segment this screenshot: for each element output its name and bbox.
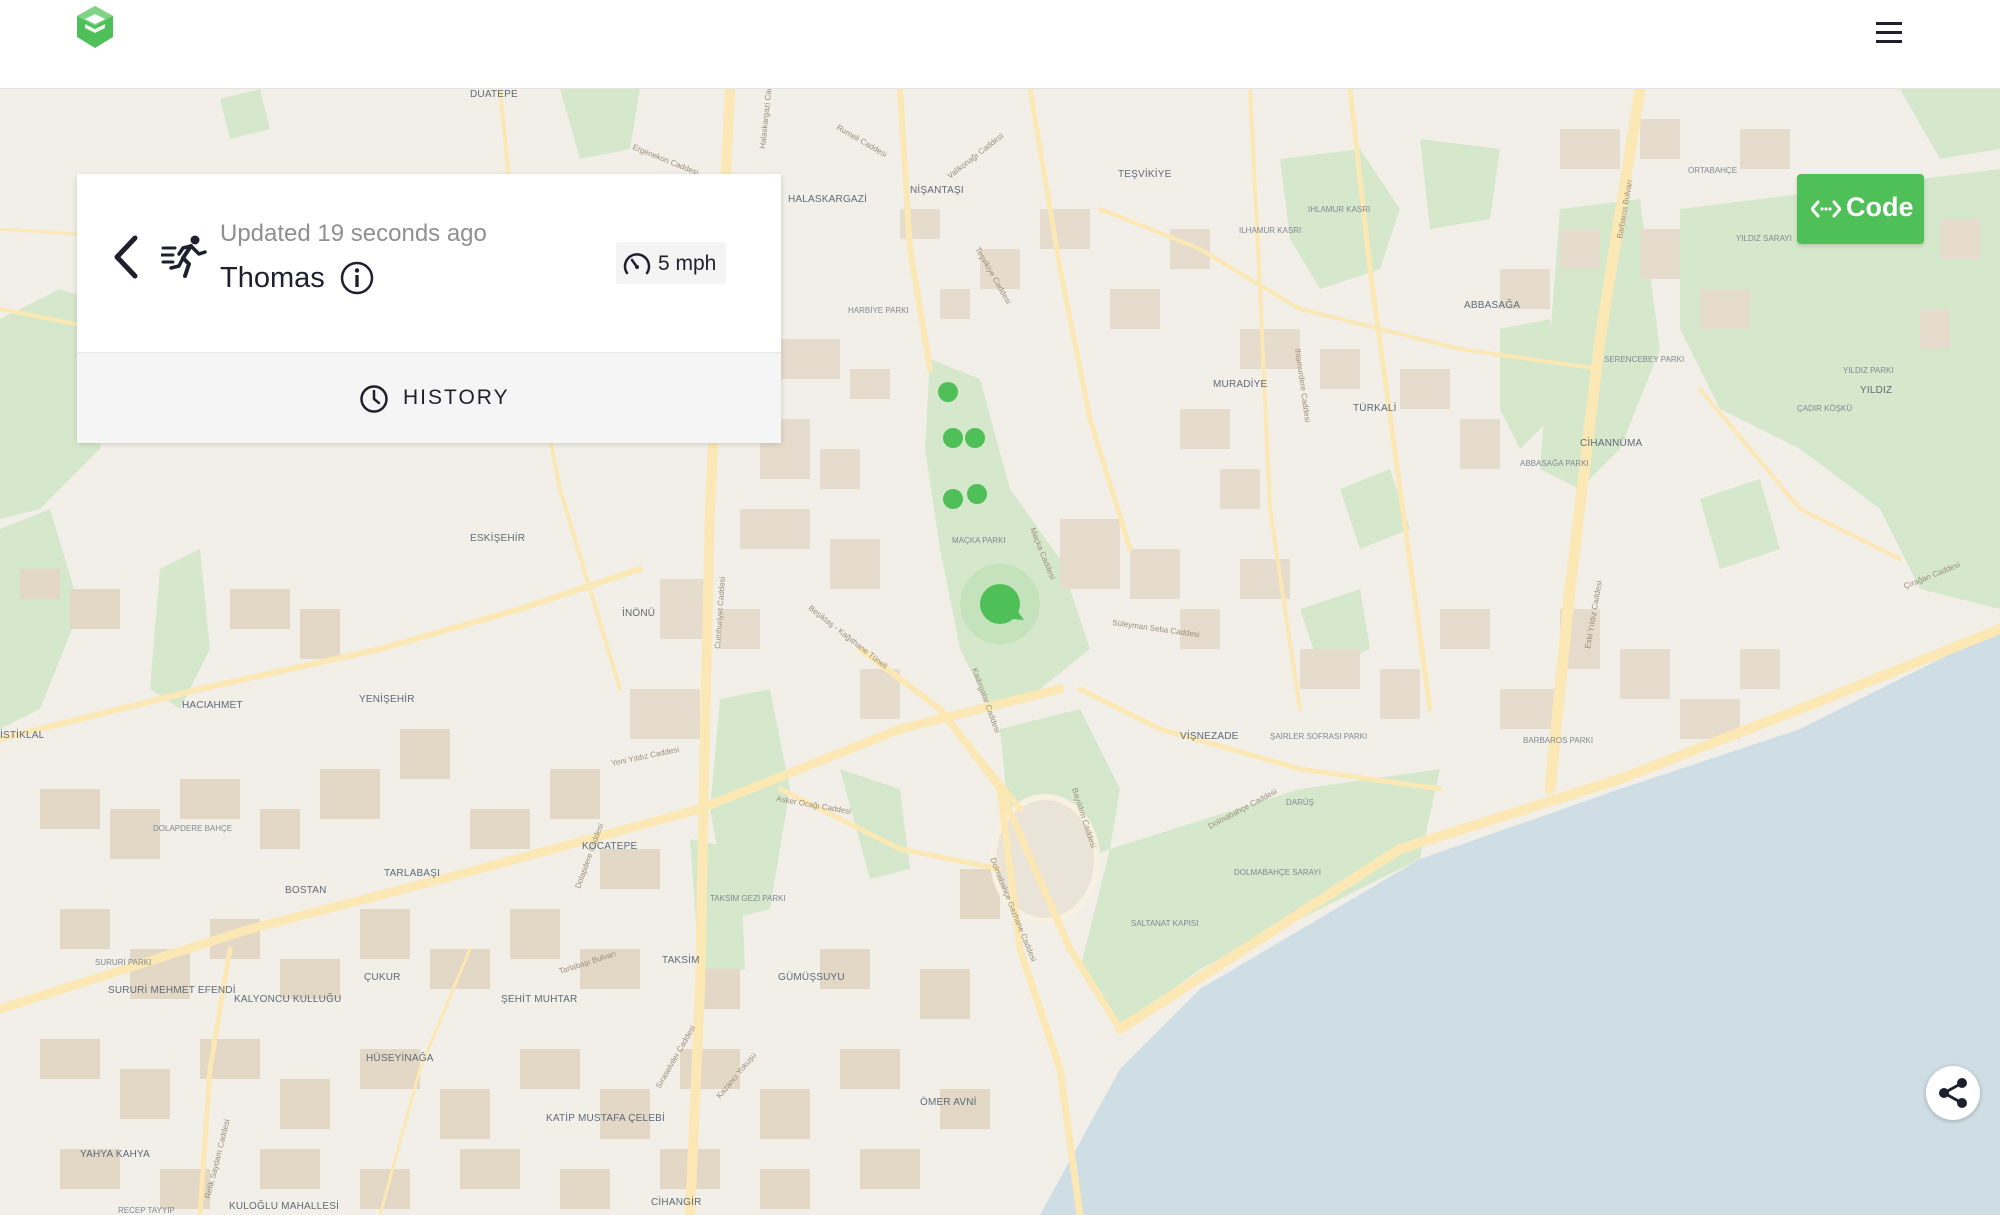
tracked-user-name: Thomas: [220, 262, 325, 294]
tracker-card-header: Updated 19 seconds ago Thomas 5 mph: [77, 174, 781, 352]
history-point[interactable]: [967, 484, 987, 504]
current-location-marker[interactable]: [960, 564, 1040, 644]
map-label-huseyinaga: HÜSEYİNAĞA: [366, 1051, 434, 1064]
map-label-kalyoncu-kullugu: KALYONCU KULLUĞU: [234, 992, 342, 1005]
map-label-darus: DARÜŞ: [1286, 798, 1314, 807]
running-person-icon: [159, 234, 209, 280]
hamburger-menu-icon[interactable]: [1870, 18, 1910, 48]
share-icon: [1939, 1078, 1967, 1108]
map-label-taksim: TAKSİM: [662, 953, 700, 966]
map-label-sururi-parki: SURURİ PARKI: [95, 958, 151, 967]
map-label-sehit-muhtar: ŞEHİT MUHTAR: [501, 992, 577, 1005]
map-label-yildiz: YILDIZ: [1860, 385, 1892, 396]
map-label-sururi-mehmet-efendi: SURURİ MEHMET EFENDİ: [108, 983, 236, 996]
map-label-serencebey-parki: SERENCEBEY PARKI: [1604, 355, 1684, 364]
map-label-omer-avni: ÖMER AVNİ: [920, 1095, 977, 1108]
map-label-yahya-kahya: YAHYA KAHYA: [80, 1149, 150, 1160]
map-label-abbasaga: ABBASAĞA: [1464, 298, 1520, 311]
map-label-istiklal: İSTİKLAL: [0, 728, 45, 741]
history-point[interactable]: [965, 428, 985, 448]
map-label-recep-tayyip: RECEP TAYYİP: [118, 1206, 175, 1215]
chevron-left-icon[interactable]: [109, 232, 145, 282]
code-button[interactable]: Code: [1797, 174, 1924, 244]
map-label-dolapdere-bahce: DOLAPDERE BAHÇE: [153, 824, 232, 833]
last-updated-text: Updated 19 seconds ago: [220, 220, 487, 247]
map-label-dolmabahce-sarayi: DOLMABAHÇE SARAYI: [1234, 868, 1321, 877]
map-label-ihlamur-kasri: IHLAMUR KASRI: [1308, 205, 1370, 214]
info-icon[interactable]: [339, 260, 375, 296]
map-label-ilhamur-kasri: ILHAMUR KASRI: [1239, 226, 1301, 235]
share-button[interactable]: [1926, 1066, 1980, 1120]
history-label: HISTORY: [403, 386, 510, 409]
speed-value: 5 mph: [658, 252, 717, 275]
map-label-yildiz-parki: YILDIZ PARKI: [1843, 366, 1894, 375]
map-label-cihannuma: CİHANNÜMA: [1580, 436, 1642, 449]
clock-icon: [359, 384, 389, 414]
map-label-haciahmet: HACIAHMET: [182, 700, 243, 711]
map-label-cadir-kosku: ÇADIR KÖŞKÜ: [1797, 404, 1852, 413]
map-label-barbaros-parki: BARBAROS PARKI: [1523, 736, 1593, 745]
code-icon: [1810, 199, 1842, 219]
map-label-katip-mustafa-celebi: KATİP MUSTAFA ÇELEBİ: [546, 1111, 665, 1124]
map-label-visnezade: VİŞNEZADE: [1180, 729, 1239, 742]
map-label-yildiz-sarayi: YILDIZ SARAYI: [1736, 234, 1792, 243]
map-label-nisantasi: NİŞANTAŞI: [910, 183, 964, 196]
map-label-saltanat-kapisi: SALTANAT KAPISI: [1131, 919, 1198, 928]
map-label-kuloglu-mahallesi: KULOĞLU MAHALLESİ: [229, 1199, 339, 1212]
speedometer-icon: [622, 250, 652, 278]
map-label-bostan: BOSTAN: [285, 885, 327, 896]
map-label-tesvikiye: TEŞVİKİYE: [1118, 167, 1172, 180]
map-label-tarlabasi: TARLABAŞI: [384, 868, 440, 879]
tracker-card: Updated 19 seconds ago Thomas 5 mph HIST…: [77, 174, 781, 443]
speed-badge: 5 mph: [616, 242, 726, 284]
map-label-cukur: ÇUKUR: [364, 972, 401, 983]
map-label-macka-parki: MAÇKA PARKI: [952, 536, 1006, 545]
map-label-sairler-sofrasi-parki: ŞAİRLER SOFRASI PARKI: [1270, 732, 1367, 741]
map-label-ortabahce: ORTABAHÇE: [1688, 166, 1737, 175]
map-label-halaskargazi: HALASKARGAZİ: [788, 192, 867, 205]
map-label-inonu: İNÖNÜ: [622, 606, 655, 619]
map-label-cihangir: CİHANGİR: [651, 1195, 702, 1208]
map-label-gumussuyu: GÜMÜŞSUYU: [778, 971, 845, 983]
history-point[interactable]: [938, 382, 958, 402]
map-label-muradiye: MURADİYE: [1213, 377, 1268, 390]
map-label-abbasaga-parki: ABBASAĞA PARKI: [1520, 459, 1589, 468]
history-button[interactable]: HISTORY: [77, 352, 781, 443]
code-button-label: Code: [1846, 192, 1914, 222]
top-bar: [0, 0, 2000, 89]
map-label-turkali: TÜRKALİ: [1353, 401, 1397, 414]
map-label-yenisehir: YENİŞEHİR: [359, 692, 415, 705]
history-point[interactable]: [943, 489, 963, 509]
map-label-harbiye-parki: HARBİYE PARKI: [848, 306, 909, 315]
map-label-taksim-gezi-parki: TAKSİM GEZİ PARKI: [710, 894, 786, 903]
cube-logo-icon[interactable]: [74, 4, 116, 50]
map-label-duatepe: DUATEPE: [470, 89, 518, 100]
map-label-eskisehir: ESKİŞEHİR: [470, 531, 525, 544]
history-point[interactable]: [943, 428, 963, 448]
